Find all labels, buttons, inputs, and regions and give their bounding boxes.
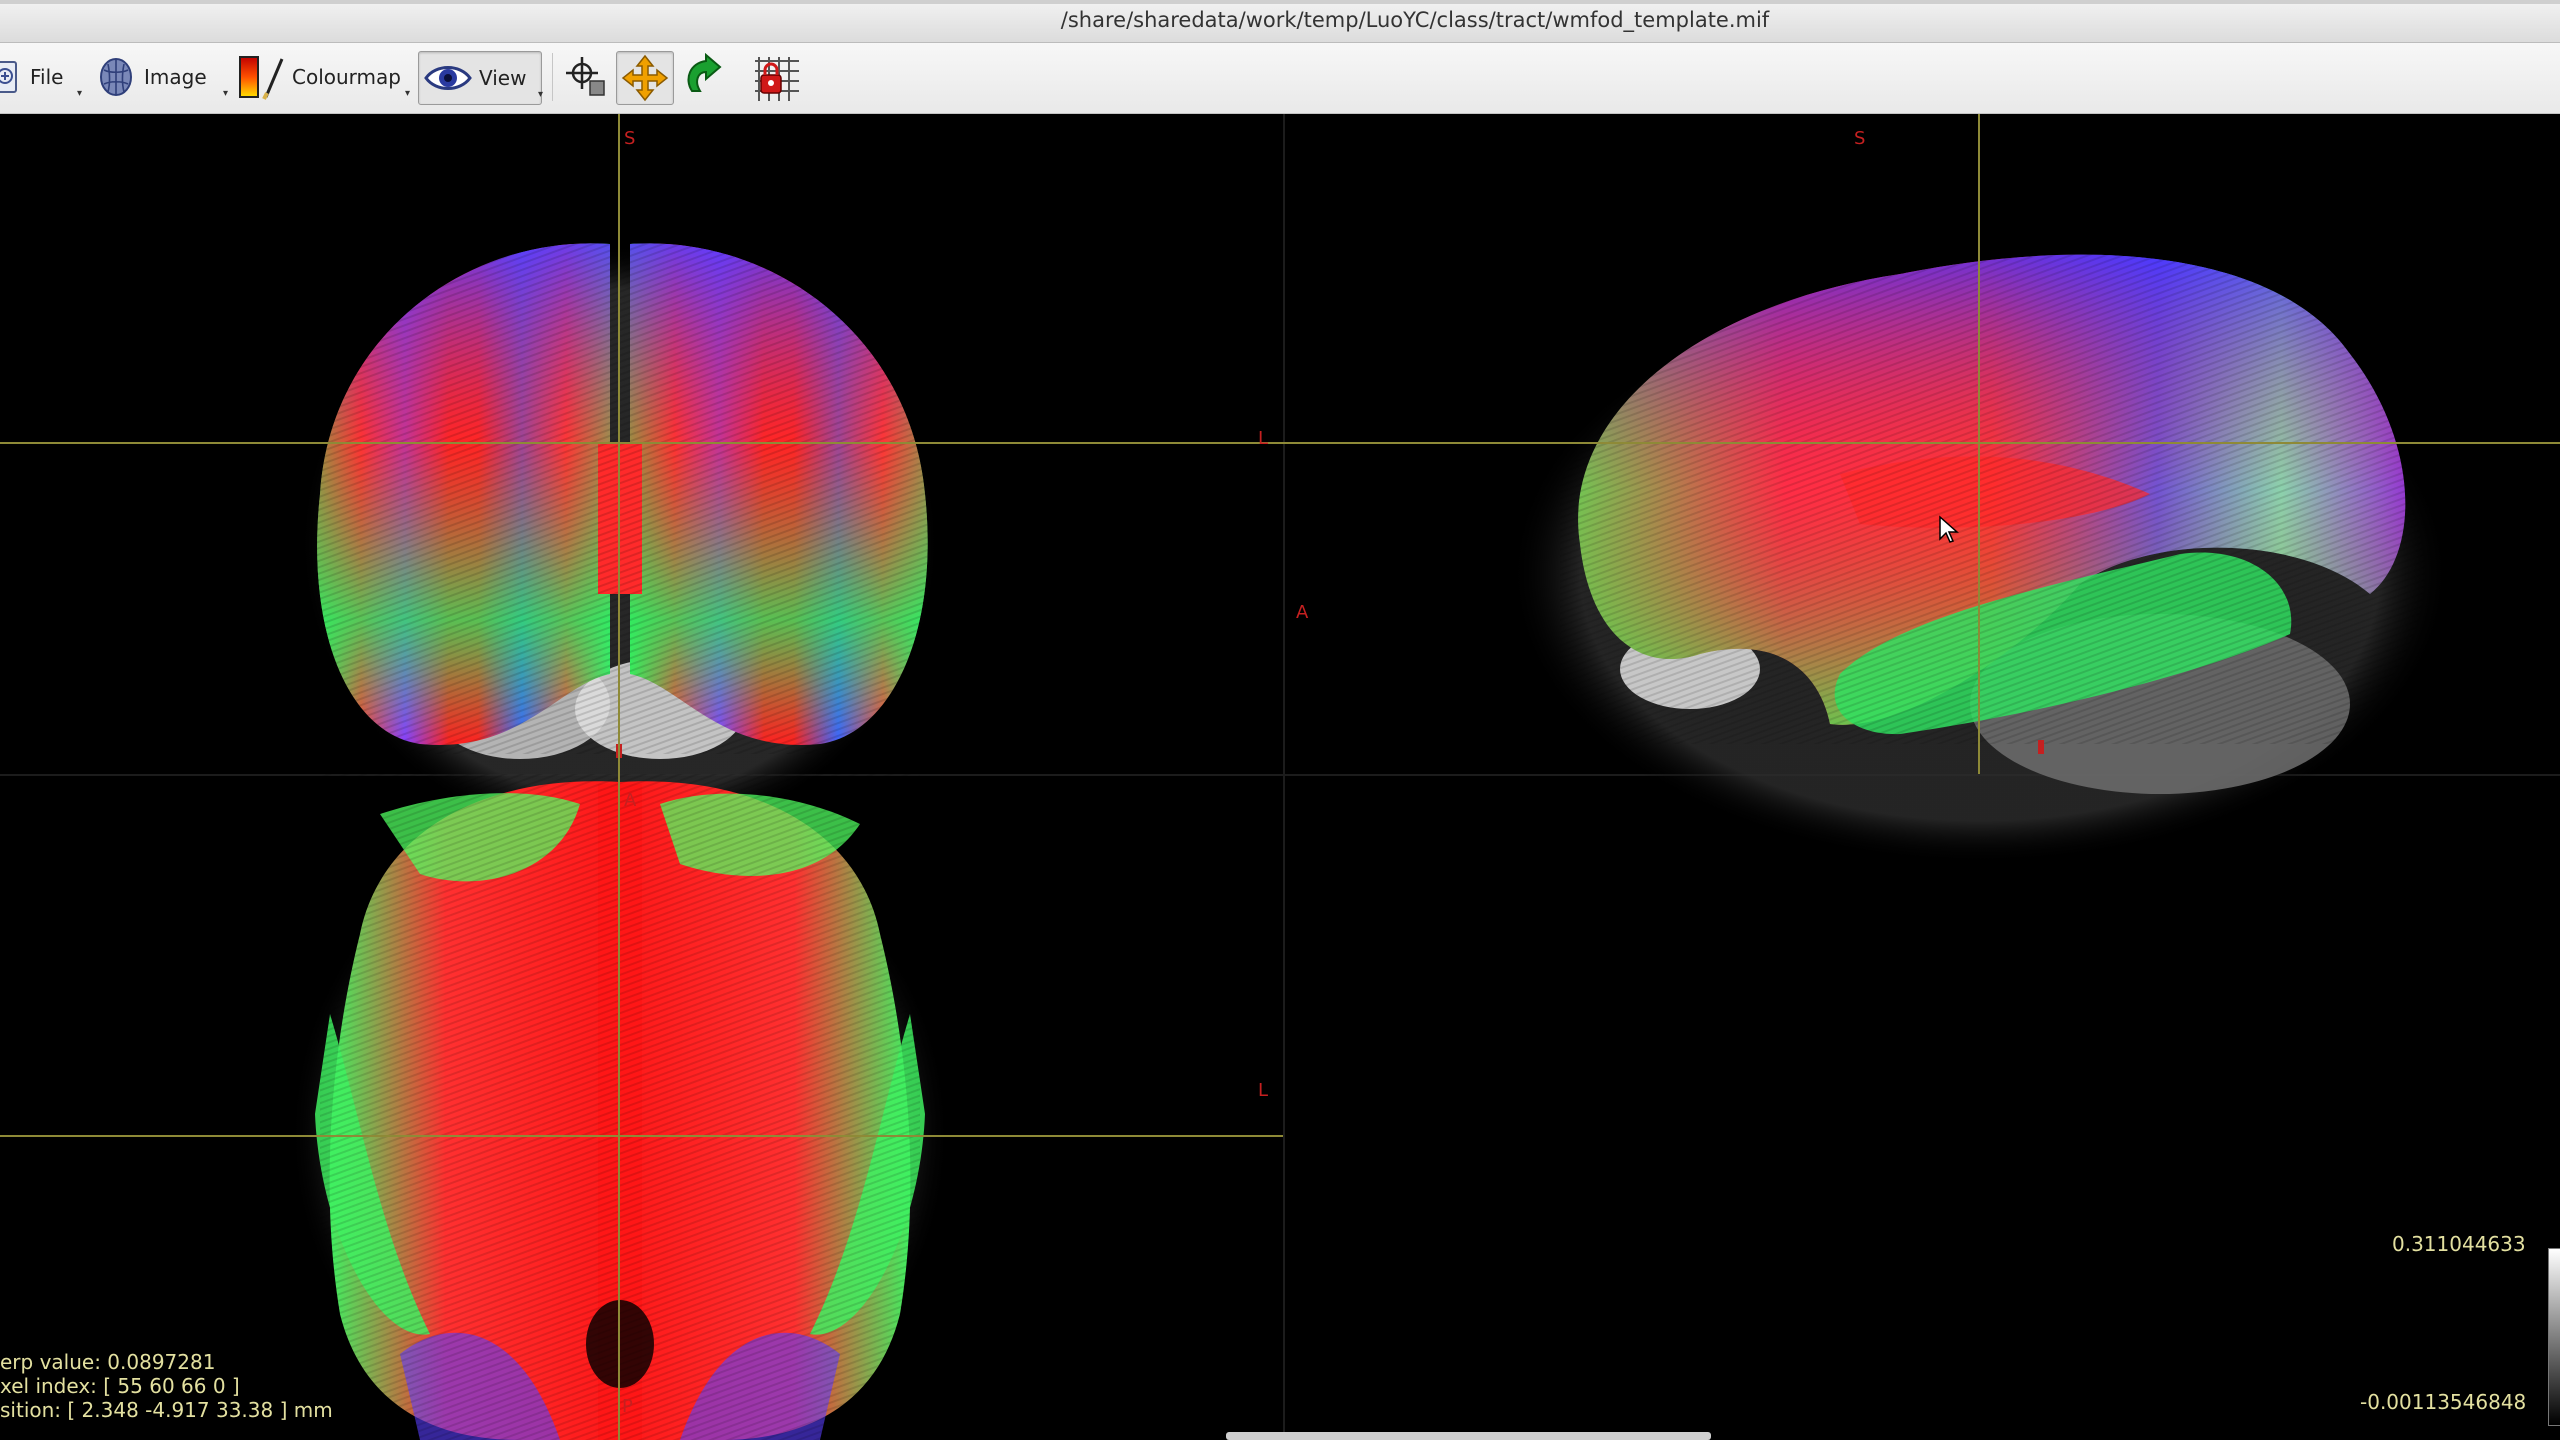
colourmap-menu-button[interactable]: Colourmap ▾ (236, 51, 410, 103)
view-menu-button[interactable]: View ▾ (418, 51, 543, 105)
crosshair-horizontal-top (0, 442, 2560, 444)
orientation-label-anterior: A (1296, 602, 1309, 623)
title-bar: /share/sharedata/work/temp/LuoYC/class/t… (0, 0, 2560, 43)
toolbar: File ▾ Image ▾ Colourmap ▾ View ▾ (0, 43, 2560, 114)
orientation-label-superior: S (1854, 128, 1866, 149)
image-viewport[interactable]: S L S A A L P erp value: 0.0897281 xel i… (0, 114, 2560, 1440)
interp-value-readout: erp value: 0.0897281 (0, 1350, 216, 1374)
pan-tool-button[interactable] (616, 51, 674, 105)
rotate-arrow-icon (682, 53, 730, 101)
brain-render (0, 114, 2560, 1440)
crosshair-vertical-sagittal (1978, 114, 1980, 774)
file-icon (0, 60, 20, 94)
image-menu-button[interactable]: Image ▾ (96, 51, 228, 103)
crosshair-tool-button[interactable] (558, 51, 614, 103)
grid-lock-icon (749, 51, 801, 103)
colourmap-menu-label: Colourmap (292, 65, 401, 89)
colorbar (2548, 1248, 2560, 1426)
orientation-label-left: L (1258, 428, 1269, 449)
chevron-down-icon: ▾ (76, 88, 82, 99)
orientation-label-superior: S (624, 128, 636, 149)
crosshair-icon (564, 55, 608, 99)
colorbar-max-label: 0.311044633 (2392, 1232, 2526, 1256)
colorbar-min-label: -0.00113546848 (2360, 1390, 2527, 1414)
rotate-tool-button[interactable] (678, 51, 734, 103)
orientation-label-left: L (1258, 1080, 1269, 1101)
horizontal-scrollbar[interactable] (1226, 1432, 1711, 1440)
crosshair-vertical-coronal (618, 114, 620, 1440)
chevron-down-icon: ▾ (222, 88, 228, 99)
orientation-label-anterior: A (624, 790, 637, 811)
crosshair-horizontal-axial (0, 1135, 1283, 1137)
toolbar-separator (552, 53, 553, 101)
voxel-index-readout: xel index: [ 55 60 66 0 ] (0, 1374, 240, 1398)
eye-icon (423, 61, 473, 95)
file-menu-label: File (30, 65, 64, 89)
chevron-down-icon: ▾ (404, 88, 410, 99)
position-readout: sition: [ 2.348 -4.917 33.38 ] mm (0, 1398, 333, 1422)
mouse-cursor-icon (1939, 515, 1959, 543)
window-title: /share/sharedata/work/temp/LuoYC/class/t… (1060, 8, 1770, 32)
chevron-down-icon: ▾ (537, 89, 543, 100)
image-menu-label: Image (144, 65, 207, 89)
title-bar-edge (0, 0, 2560, 4)
move-arrows-icon (621, 54, 669, 102)
view-menu-label: View (479, 66, 527, 90)
colourmap-icon (236, 53, 286, 101)
file-menu-button[interactable]: File ▾ (0, 51, 82, 103)
brain-icon (96, 56, 136, 98)
orientation-label-posterior: P (622, 1396, 633, 1417)
lock-grid-button[interactable] (746, 51, 804, 103)
